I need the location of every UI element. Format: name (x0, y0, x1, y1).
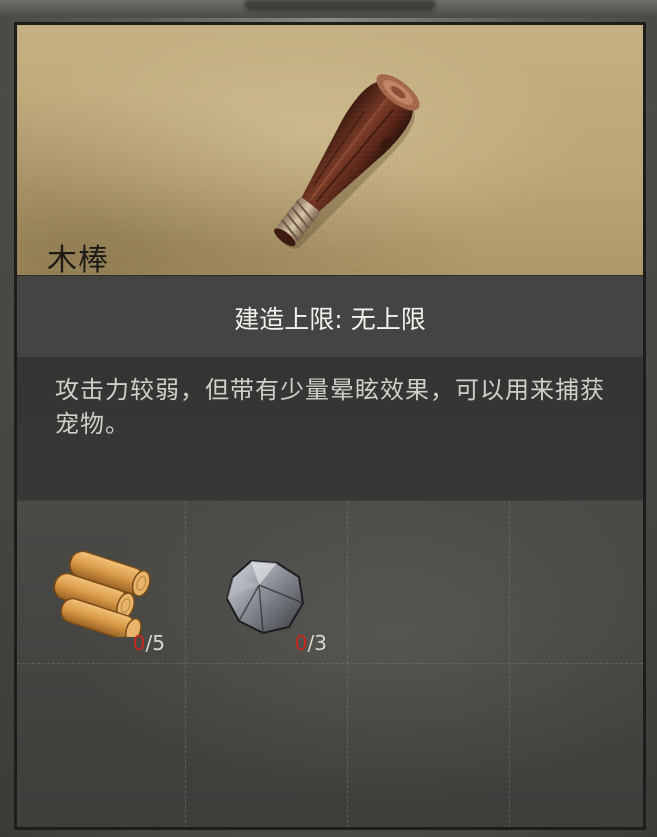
build-limit-label: 建造上限 (234, 305, 335, 334)
item-name: 木棒 (47, 243, 109, 278)
build-limit-separator: : (334, 305, 343, 334)
item-description: 攻击力较弱，但带有少量晕眩效果，可以用来捕获宠物。 (55, 376, 605, 438)
wood-logs-icon (53, 550, 151, 637)
material-slot-empty (509, 501, 643, 663)
wooden-club-icon (274, 74, 420, 249)
item-preview: 木棒 (17, 25, 643, 278)
material-count: 0/5 (133, 631, 165, 655)
material-count: 0/3 (295, 631, 327, 655)
build-limit-bar: 建造上限: 无上限 (17, 275, 643, 358)
material-slot-wood[interactable]: 0/5 (21, 501, 183, 663)
item-detail-panel: 木棒 建造上限: 无上限 攻击力较弱，但带有少量晕眩效果，可以用来捕获宠物。 0… (14, 22, 646, 830)
stone-icon (225, 559, 305, 635)
material-have-count: 0 (294, 631, 308, 655)
material-need-count: 3 (314, 631, 327, 655)
top-title-blur (245, 0, 435, 12)
description-box: 攻击力较弱，但带有少量晕眩效果，可以用来捕获宠物。 (17, 357, 643, 499)
materials-grid: 0/5 0/3 (17, 501, 643, 827)
material-slot-empty (183, 663, 345, 825)
material-slot-empty (21, 663, 183, 825)
build-limit-value: 无上限 (350, 305, 426, 334)
material-slot-empty (347, 663, 509, 825)
material-slot-empty (347, 501, 509, 663)
material-have-count: 0 (132, 631, 146, 655)
top-header-strip (0, 0, 657, 18)
material-slot-empty (509, 663, 643, 825)
material-slot-stone[interactable]: 0/3 (183, 501, 345, 663)
build-limit-text: 建造上限: 无上限 (17, 300, 643, 336)
material-need-count: 5 (152, 631, 165, 655)
